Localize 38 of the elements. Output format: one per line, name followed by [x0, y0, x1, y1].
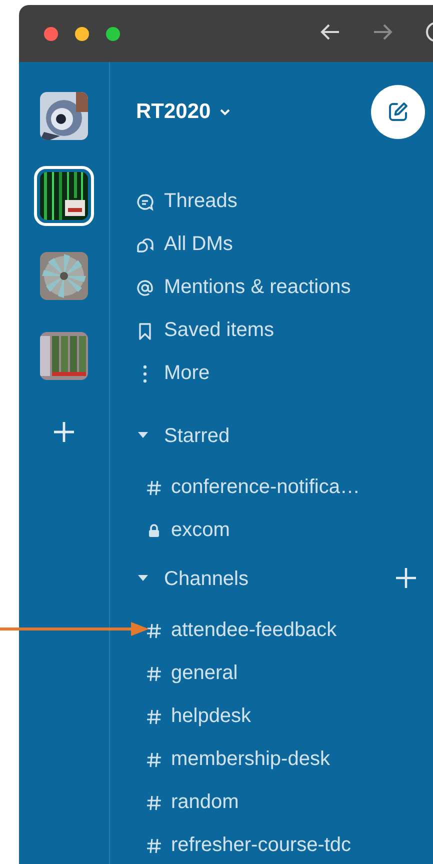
hash-icon: [146, 708, 162, 724]
lock-icon: [146, 522, 162, 538]
section-title[interactable]: Channels: [164, 568, 249, 591]
workspace-button[interactable]: [34, 166, 94, 226]
channel-item[interactable]: membership-desk: [110, 738, 433, 781]
nav-item[interactable]: Mentions & reactions: [110, 266, 433, 309]
hash-icon: [146, 622, 162, 638]
hash-icon: [146, 666, 162, 682]
speech-bubbles-icon: [136, 236, 154, 254]
channel-item[interactable]: attendee-feedback: [110, 609, 433, 652]
section-title[interactable]: Starred: [164, 425, 230, 448]
hash-icon: [146, 480, 162, 496]
nav-item[interactable]: All DMs: [110, 223, 433, 266]
minimize-button[interactable]: [75, 26, 89, 40]
chevron-down-icon: [218, 108, 231, 116]
nav-item[interactable]: Threads: [110, 180, 433, 223]
hash-icon: [146, 794, 162, 810]
channel-item[interactable]: general: [110, 652, 433, 695]
hash-icon: [146, 838, 162, 854]
hash-icon: [146, 752, 162, 768]
plus-icon: [52, 420, 76, 444]
channel-item[interactable]: random: [110, 781, 433, 824]
compose-button[interactable]: [371, 85, 425, 139]
at-sign-icon: [136, 278, 154, 296]
channel-item[interactable]: refresher-course-tdc: [110, 824, 433, 864]
compose-icon: [387, 101, 409, 123]
nav-item[interactable]: Saved items: [110, 309, 433, 352]
more-icon: [143, 364, 147, 382]
channel-item[interactable]: helpdesk: [110, 695, 433, 738]
speech-bubble-icon: [136, 192, 154, 210]
maximize-button[interactable]: [106, 26, 120, 40]
nav-item[interactable]: More: [110, 352, 433, 395]
bookmark-icon: [136, 322, 154, 340]
plus-icon: [395, 567, 417, 589]
channel-item[interactable]: conference-notifica…: [110, 466, 433, 509]
channel-item[interactable]: excom: [110, 509, 433, 552]
close-button[interactable]: [44, 26, 58, 40]
workspace-menu[interactable]: RT2020: [136, 100, 231, 124]
